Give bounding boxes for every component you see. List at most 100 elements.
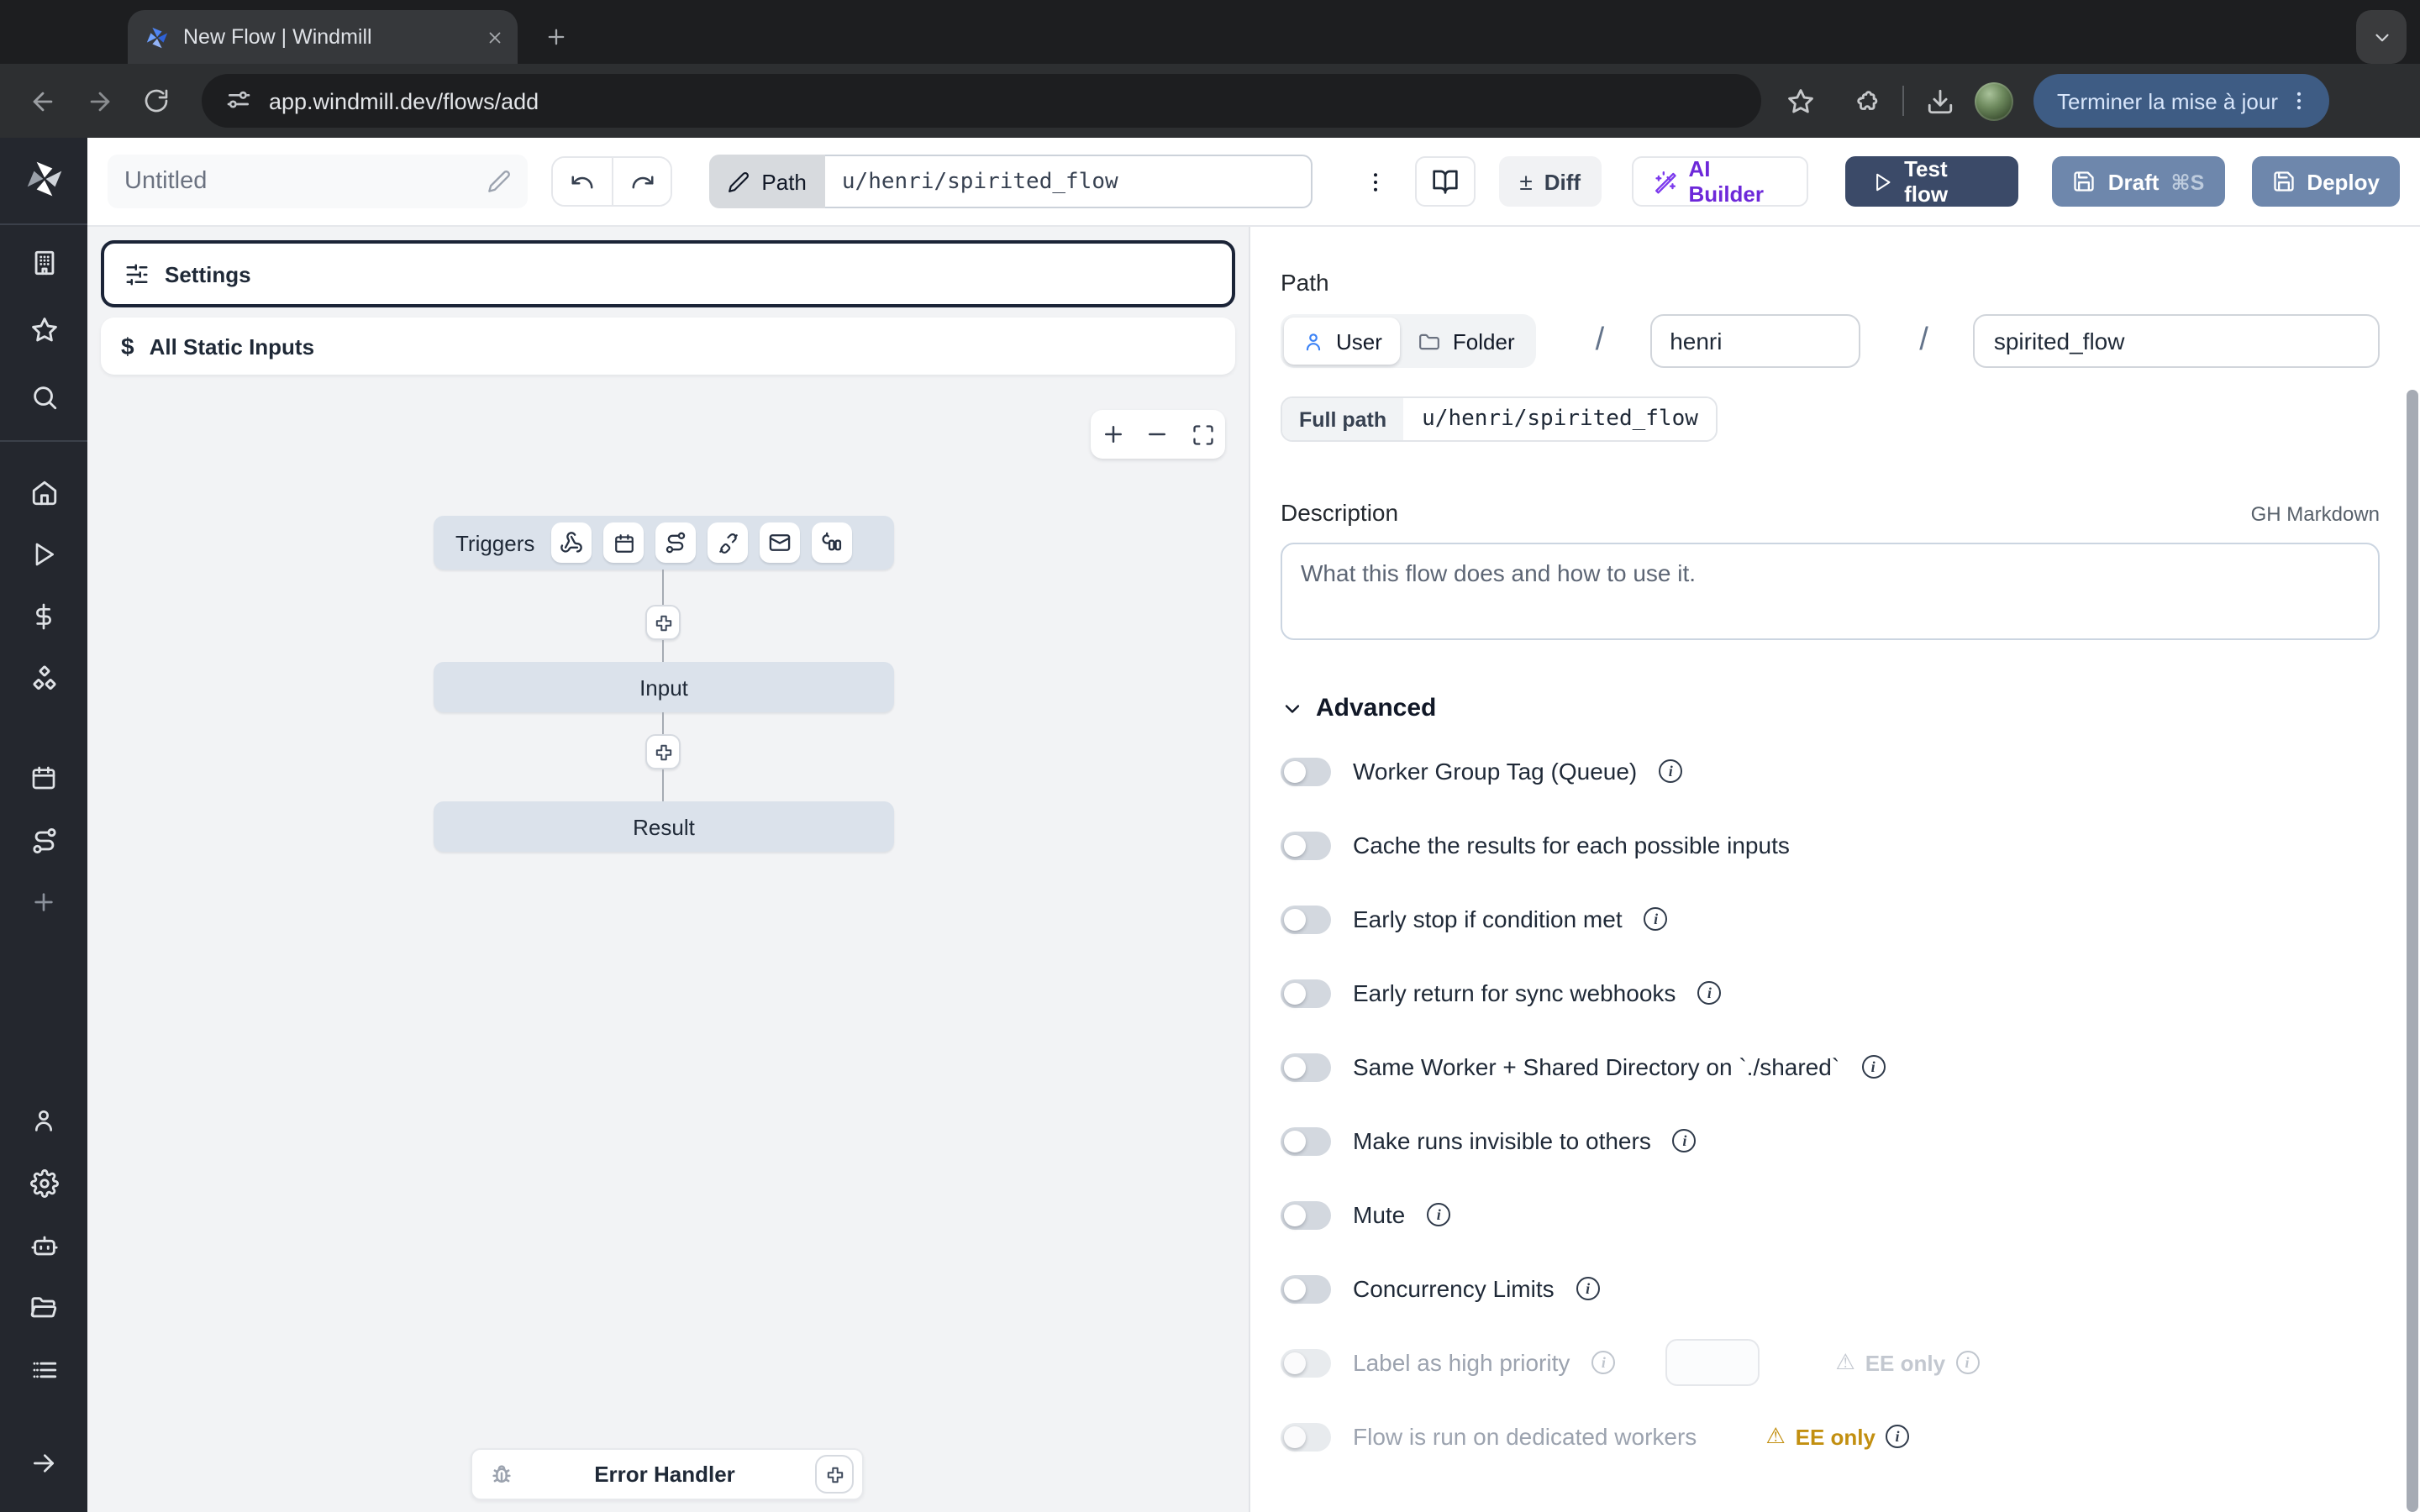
- info-icon[interactable]: i: [1886, 1425, 1909, 1448]
- tab-search-chevron-icon[interactable]: [2356, 10, 2407, 64]
- all-static-inputs-card[interactable]: $ All Static Inputs: [101, 318, 1235, 375]
- flow-settings-card[interactable]: Settings: [101, 240, 1235, 307]
- chrome-update-button[interactable]: Terminer la mise à jour: [2033, 74, 2328, 128]
- path-input[interactable]: u/henri/spirited_flow: [825, 155, 1313, 208]
- new-tab-button[interactable]: [534, 15, 578, 59]
- sidebar-item-search[interactable]: [0, 368, 87, 425]
- add-step-button[interactable]: [645, 734, 681, 769]
- sidebar-divider: [0, 440, 87, 442]
- info-icon[interactable]: i: [1576, 1277, 1600, 1300]
- sidebar-item-variables[interactable]: [0, 588, 87, 645]
- diff-button[interactable]: ± Diff: [1499, 156, 1601, 207]
- toggle-switch[interactable]: [1281, 905, 1331, 933]
- site-settings-icon[interactable]: [225, 87, 252, 114]
- path-owner-input[interactable]: henri: [1649, 314, 1860, 368]
- sidebar-item-folders[interactable]: [0, 1278, 87, 1336]
- test-flow-button[interactable]: Test flow: [1845, 156, 2019, 207]
- toggle-row-dedicated-workers: Flow is run on dedicated workers ⚠ EE on…: [1281, 1420, 2380, 1453]
- toggle-switch[interactable]: [1281, 979, 1331, 1007]
- websocket-trigger-icon[interactable]: [708, 522, 748, 563]
- description-textarea[interactable]: [1281, 543, 2380, 640]
- sidebar-item-add[interactable]: [0, 874, 87, 931]
- toggle-switch[interactable]: [1281, 1348, 1331, 1377]
- triggers-node[interactable]: Triggers: [434, 516, 894, 570]
- back-button[interactable]: [20, 79, 64, 123]
- more-options-kebab-icon[interactable]: [1360, 169, 1392, 194]
- toggle-switch[interactable]: [1281, 1422, 1331, 1451]
- add-step-button[interactable]: [645, 605, 681, 640]
- result-node[interactable]: Result: [434, 801, 894, 852]
- static-inputs-label: All Static Inputs: [150, 333, 314, 359]
- graph-zoom-controls: [1091, 410, 1225, 459]
- url-bar[interactable]: app.windmill.dev/flows/add: [202, 74, 1761, 128]
- email-trigger-icon[interactable]: [760, 522, 800, 563]
- info-icon[interactable]: i: [1955, 1351, 1979, 1374]
- toggle-switch[interactable]: [1281, 831, 1331, 859]
- info-icon[interactable]: i: [1673, 1129, 1697, 1152]
- toggle-switch[interactable]: [1281, 757, 1331, 785]
- browser-menu-kebab-icon[interactable]: [2278, 89, 2318, 113]
- fullscreen-button[interactable]: [1182, 414, 1223, 454]
- sidebar-item-home[interactable]: [0, 464, 87, 521]
- info-icon[interactable]: i: [1427, 1203, 1450, 1226]
- page-scrollbar-thumb[interactable]: [2407, 390, 2418, 1512]
- undo-button[interactable]: [553, 158, 612, 205]
- owner-kind-folder[interactable]: Folder: [1401, 318, 1534, 365]
- windmill-logo[interactable]: [0, 141, 87, 215]
- error-handler-node[interactable]: Error Handler: [471, 1448, 864, 1500]
- advanced-section-header[interactable]: Advanced: [1281, 694, 2380, 722]
- forward-button[interactable]: [77, 79, 121, 123]
- info-icon[interactable]: i: [1697, 981, 1721, 1005]
- sidebar-item-settings[interactable]: [0, 1154, 87, 1211]
- sidebar-item-schedules[interactable]: [0, 749, 87, 806]
- owner-kind-user[interactable]: User: [1284, 318, 1401, 365]
- input-node[interactable]: Input: [434, 662, 894, 712]
- bookmark-star-icon[interactable]: [1778, 79, 1822, 123]
- toggle-switch[interactable]: [1281, 1053, 1331, 1081]
- redo-button[interactable]: [612, 158, 671, 205]
- path-section-title: Path: [1281, 269, 2380, 296]
- schedule-trigger-icon[interactable]: [603, 522, 644, 563]
- toggle-switch[interactable]: [1281, 1274, 1331, 1303]
- sidebar-item-resources[interactable]: [0, 650, 87, 707]
- warning-icon: ⚠: [1835, 1350, 1854, 1375]
- add-error-handler-button[interactable]: [815, 1455, 854, 1494]
- path-name-input[interactable]: spirited_flow: [1974, 314, 2380, 368]
- ai-builder-button[interactable]: AI Builder: [1631, 156, 1807, 207]
- info-icon[interactable]: i: [1644, 907, 1668, 931]
- webhook-trigger-icon[interactable]: [551, 522, 592, 563]
- toggle-row-cache-results: Cache the results for each possible inpu…: [1281, 828, 2380, 862]
- info-icon[interactable]: i: [1659, 759, 1682, 783]
- sidebar-item-logs[interactable]: [0, 1341, 87, 1398]
- deploy-button[interactable]: Deploy: [2251, 156, 2400, 207]
- sidebar-expand-arrow-icon[interactable]: [0, 1435, 87, 1492]
- flow-name-input[interactable]: Untitled: [108, 155, 528, 208]
- zoom-in-button[interactable]: [1093, 414, 1134, 454]
- docs-book-button[interactable]: [1415, 156, 1476, 207]
- info-icon[interactable]: i: [1591, 1351, 1615, 1374]
- sidebar-item-workspace[interactable]: [0, 234, 87, 291]
- sidebar-item-favorites[interactable]: [0, 301, 87, 358]
- sidebar-item-routes[interactable]: [0, 811, 87, 869]
- reload-button[interactable]: [134, 79, 178, 123]
- wand-sparkles-icon: [1653, 169, 1676, 194]
- extensions-puzzle-icon[interactable]: [1845, 79, 1889, 123]
- sidebar-item-users[interactable]: [0, 1092, 87, 1149]
- download-icon[interactable]: [1918, 79, 1961, 123]
- tab-close-icon[interactable]: [486, 28, 504, 46]
- profile-avatar[interactable]: [1975, 81, 2013, 120]
- full-path-label: Full path: [1282, 398, 1403, 440]
- sidebar-item-runs[interactable]: [0, 526, 87, 583]
- draft-button[interactable]: Draft ⌘S: [2053, 156, 2225, 207]
- edit-pencil-icon[interactable]: [487, 170, 511, 193]
- poll-trigger-icon[interactable]: [812, 522, 852, 563]
- http-route-trigger-icon[interactable]: [655, 522, 696, 563]
- toggle-switch[interactable]: [1281, 1200, 1331, 1229]
- browser-tab[interactable]: New Flow | Windmill: [128, 10, 518, 64]
- toggle-switch[interactable]: [1281, 1126, 1331, 1155]
- priority-input[interactable]: [1665, 1339, 1760, 1386]
- connector-line: [662, 712, 664, 734]
- zoom-out-button[interactable]: [1138, 414, 1178, 454]
- sidebar-item-workers[interactable]: [0, 1216, 87, 1273]
- info-icon[interactable]: i: [1861, 1055, 1885, 1079]
